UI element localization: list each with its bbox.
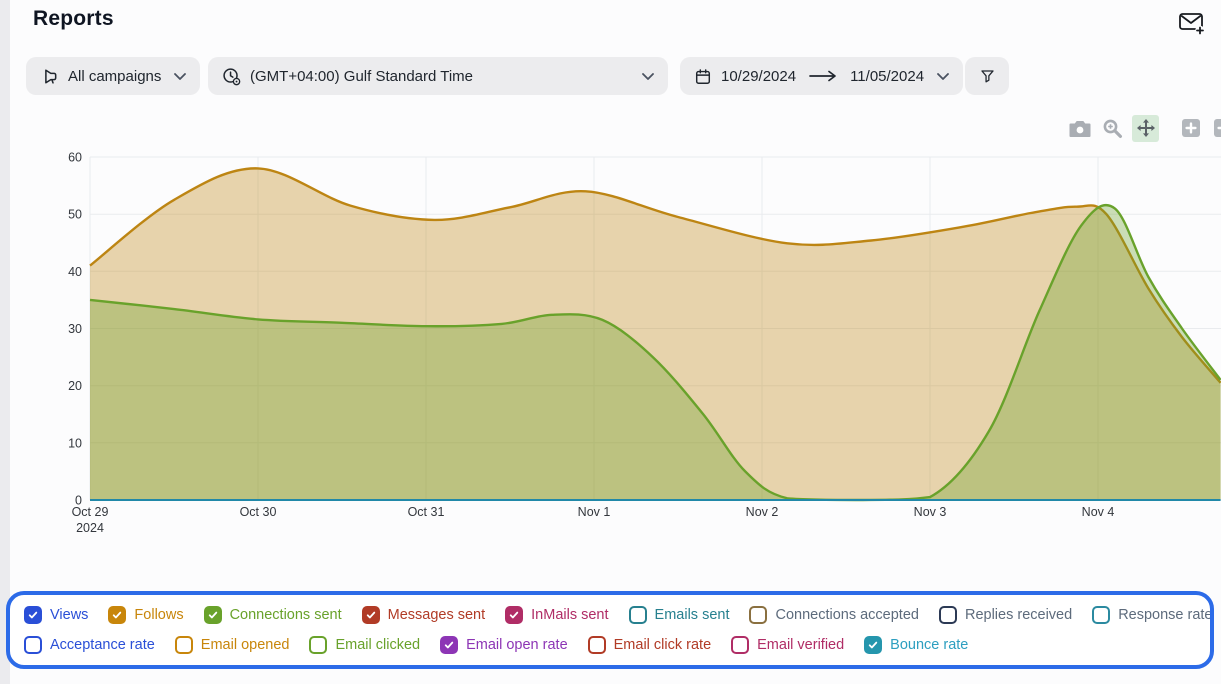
x-tick-label: 2024: [76, 521, 104, 535]
legend-item-label: Email click rate: [614, 637, 712, 653]
x-tick-label: Oct 29: [72, 505, 109, 519]
y-tick-label: 20: [68, 379, 82, 393]
date-range-end: 11/05/2024: [850, 68, 924, 85]
timezone-select[interactable]: (GMT+04:00) Gulf Standard Time: [208, 57, 668, 95]
x-tick-label: Oct 30: [240, 505, 277, 519]
filter-button[interactable]: [965, 57, 1009, 95]
y-tick-label: 50: [68, 208, 82, 222]
date-range-select[interactable]: 10/29/2024 11/05/2024: [680, 57, 963, 95]
checked-checkbox[interactable]: [505, 606, 523, 624]
legend-item-bounce-rate[interactable]: Bounce rate: [864, 636, 968, 654]
legend-item-label: Emails sent: [655, 607, 730, 623]
legend-item-email-opened[interactable]: Email opened: [175, 636, 290, 654]
legend-item-connections-accepted[interactable]: Connections accepted: [749, 606, 919, 624]
area-chart[interactable]: 0102030405060Oct 292024Oct 30Oct 31Nov 1…: [0, 105, 1221, 545]
chevron-down-icon: [642, 73, 654, 80]
legend-item-label: Bounce rate: [890, 637, 968, 653]
legend-item-email-clicked[interactable]: Email clicked: [309, 636, 420, 654]
legend-item-label: Acceptance rate: [50, 637, 155, 653]
legend-row: Views Follows Connections sent Messages sen…: [24, 601, 1196, 629]
series-legend: Views Follows Connections sent Messages sen…: [6, 591, 1214, 669]
legend-item-views[interactable]: Views: [24, 606, 88, 624]
legend-item-email-click-rate[interactable]: Email click rate: [588, 636, 712, 654]
x-tick-label: Nov 2: [746, 505, 779, 519]
unchecked-checkbox[interactable]: [731, 636, 749, 654]
long-arrow-right-icon: [809, 70, 837, 82]
calendar-icon: [694, 67, 712, 86]
checked-checkbox[interactable]: [204, 606, 222, 624]
unchecked-checkbox[interactable]: [939, 606, 957, 624]
legend-row: Acceptance rate Email opened Email clicked…: [24, 631, 1196, 659]
legend-item-label: Email verified: [757, 637, 844, 653]
legend-item-inmails-sent[interactable]: InMails sent: [505, 606, 608, 624]
legend-item-email-open-rate[interactable]: Email open rate: [440, 636, 568, 654]
checked-checkbox[interactable]: [440, 636, 458, 654]
unchecked-checkbox[interactable]: [24, 636, 42, 654]
date-range-start: 10/29/2024: [721, 68, 796, 85]
x-tick-label: Nov 4: [1082, 505, 1115, 519]
checked-checkbox[interactable]: [24, 606, 42, 624]
x-tick-label: Nov 3: [914, 505, 947, 519]
campaign-select-label: All campaigns: [68, 68, 161, 85]
unchecked-checkbox[interactable]: [309, 636, 327, 654]
legend-item-label: Connections accepted: [775, 607, 919, 623]
chevron-down-icon: [174, 73, 186, 80]
clock-settings-icon: [222, 67, 241, 86]
legend-item-label: Connections sent: [230, 607, 342, 623]
envelope-plus-icon: [1177, 10, 1208, 37]
legend-item-connections-sent[interactable]: Connections sent: [204, 606, 342, 624]
funnel-icon: [979, 68, 996, 85]
legend-item-label: Email clicked: [335, 637, 420, 653]
unchecked-checkbox[interactable]: [749, 606, 767, 624]
unchecked-checkbox[interactable]: [175, 636, 193, 654]
new-email-button[interactable]: [1174, 8, 1210, 38]
legend-item-label: Replies received: [965, 607, 1072, 623]
y-tick-label: 60: [68, 151, 82, 165]
legend-item-emails-sent[interactable]: Emails sent: [629, 606, 730, 624]
unchecked-checkbox[interactable]: [1092, 606, 1110, 624]
legend-item-label: Views: [50, 607, 88, 623]
legend-item-response-rate[interactable]: Response rate: [1092, 606, 1212, 624]
x-tick-label: Oct 31: [408, 505, 445, 519]
y-tick-label: 30: [68, 322, 82, 336]
legend-item-messages-sent[interactable]: Messages sent: [362, 606, 486, 624]
legend-item-label: InMails sent: [531, 607, 608, 623]
legend-item-label: Response rate: [1118, 607, 1212, 623]
checked-checkbox[interactable]: [864, 636, 882, 654]
legend-item-label: Email open rate: [466, 637, 568, 653]
unchecked-checkbox[interactable]: [588, 636, 606, 654]
checked-checkbox[interactable]: [108, 606, 126, 624]
page-title: Reports: [33, 7, 114, 31]
campaign-select[interactable]: All campaigns: [26, 57, 200, 95]
legend-item-replies-received[interactable]: Replies received: [939, 606, 1072, 624]
checked-checkbox[interactable]: [362, 606, 380, 624]
legend-item-label: Email opened: [201, 637, 290, 653]
megaphone-icon: [40, 67, 59, 86]
legend-item-follows[interactable]: Follows: [108, 606, 183, 624]
y-tick-label: 40: [68, 265, 82, 279]
legend-item-email-verified[interactable]: Email verified: [731, 636, 844, 654]
legend-item-label: Messages sent: [388, 607, 486, 623]
chevron-down-icon: [937, 73, 949, 80]
unchecked-checkbox[interactable]: [629, 606, 647, 624]
timezone-select-label: (GMT+04:00) Gulf Standard Time: [250, 68, 473, 85]
legend-item-label: Follows: [134, 607, 183, 623]
x-tick-label: Nov 1: [578, 505, 611, 519]
y-tick-label: 10: [68, 436, 82, 450]
legend-item-acceptance-rate[interactable]: Acceptance rate: [24, 636, 155, 654]
